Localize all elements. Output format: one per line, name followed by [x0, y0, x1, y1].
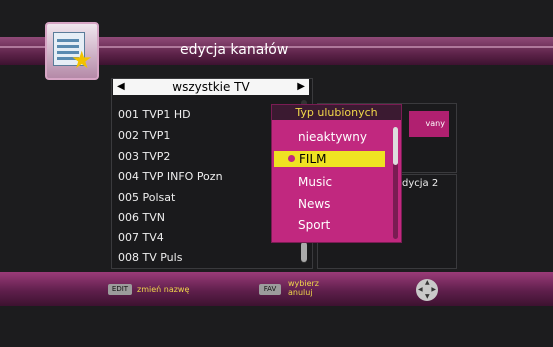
- fav-hint-cancel: anuluj: [288, 288, 313, 297]
- group-selector-label: wszystkie TV: [172, 80, 250, 94]
- group-selector[interactable]: ◀ wszystkie TV ▶: [113, 79, 309, 95]
- remote-dpad-icon: ▲ ▼ ◀ ▶: [416, 279, 438, 301]
- channel-item[interactable]: 004 TVP INFO Pozn: [118, 170, 223, 183]
- popup-option[interactable]: nieaktywny: [298, 130, 367, 144]
- preview-badge: vany: [409, 111, 449, 137]
- star-icon: ★: [71, 46, 93, 74]
- channel-item[interactable]: 003 TVP2: [118, 150, 170, 163]
- arrow-right-icon[interactable]: ▶: [297, 79, 305, 95]
- popup-option[interactable]: Music: [298, 175, 332, 189]
- edit-hint: zmień nazwę: [137, 285, 190, 294]
- edit-key[interactable]: EDIT: [108, 284, 132, 295]
- favorite-type-popup: Typ ulubionych nieaktywny FILM Music New…: [271, 104, 402, 243]
- popup-title: Typ ulubionych: [272, 105, 401, 120]
- channel-item[interactable]: 005 Polsat: [118, 191, 175, 204]
- arrow-left-icon[interactable]: ◀: [117, 79, 125, 95]
- channel-item[interactable]: 001 TVP1 HD: [118, 108, 191, 121]
- heart-icon: [288, 155, 295, 162]
- popup-scrollbar[interactable]: [393, 127, 398, 239]
- satellite-label: dycja 2: [402, 178, 439, 189]
- popup-option[interactable]: News: [298, 197, 330, 211]
- popup-option[interactable]: Sport: [298, 218, 330, 232]
- fav-hint-select: wybierz: [288, 279, 319, 288]
- channel-item[interactable]: 007 TV4: [118, 231, 164, 244]
- page-title: edycja kanałów: [180, 42, 289, 58]
- fav-key[interactable]: FAV: [259, 284, 281, 295]
- channel-item[interactable]: 008 TV Puls: [118, 251, 182, 264]
- channel-item[interactable]: 002 TVP1: [118, 129, 170, 142]
- channel-item[interactable]: 006 TVN: [118, 211, 165, 224]
- popup-option-label: FILM: [299, 152, 327, 166]
- channel-edit-icon: ★: [45, 22, 99, 80]
- popup-option-selected[interactable]: FILM: [274, 151, 385, 167]
